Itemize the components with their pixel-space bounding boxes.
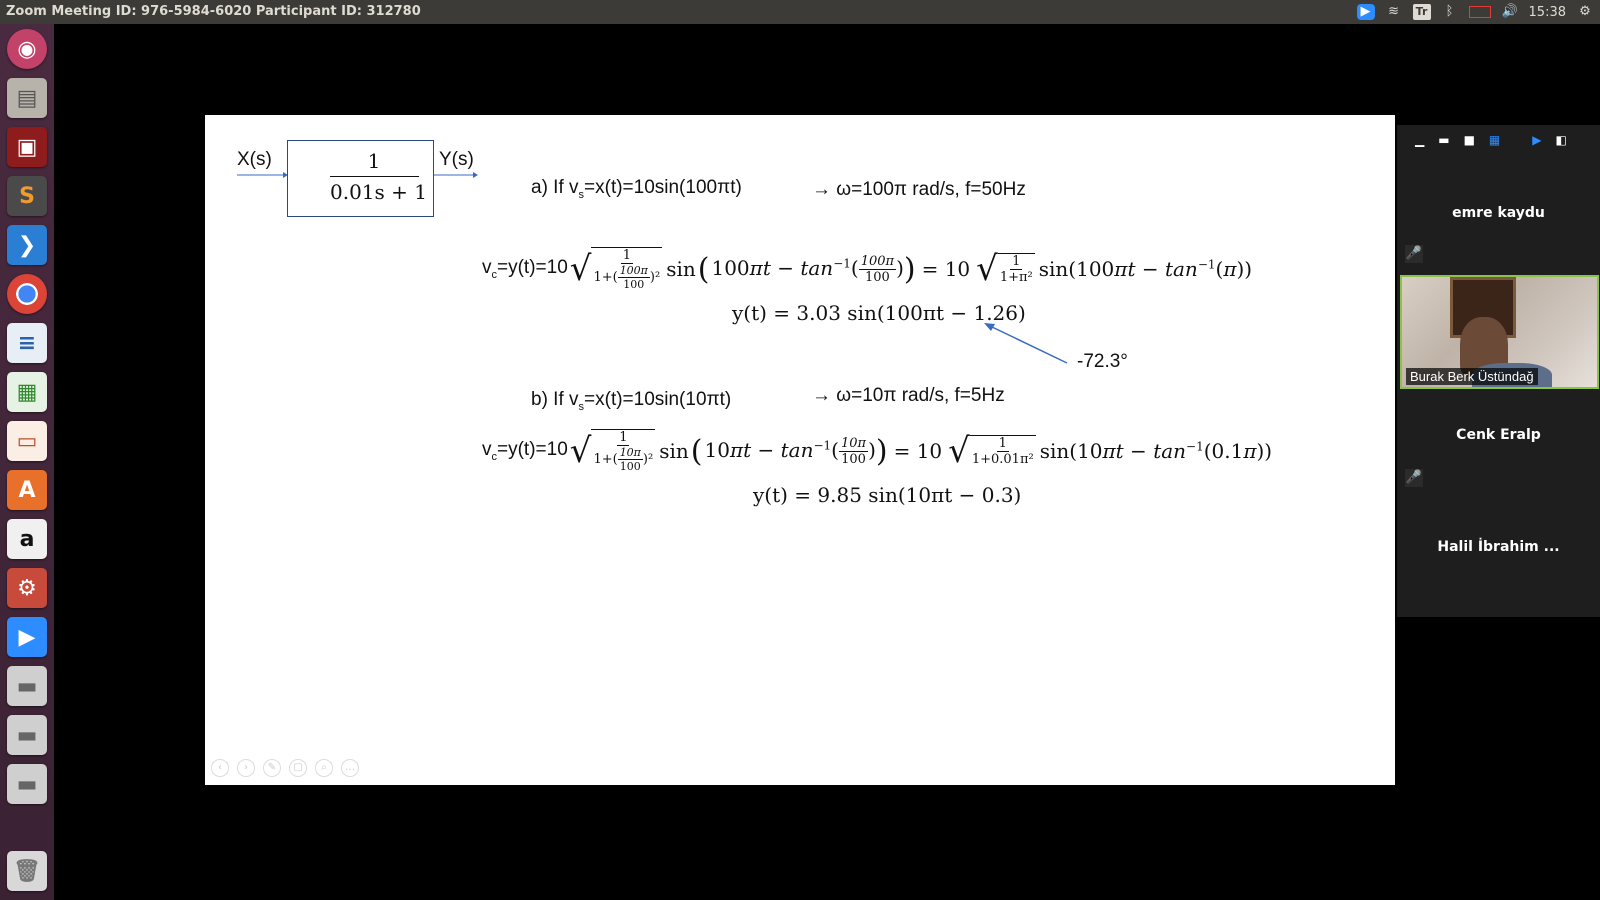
next-slide-icon[interactable]: › bbox=[237, 759, 255, 777]
wifi-icon[interactable]: ≋ bbox=[1385, 4, 1403, 20]
libreoffice-calc-icon[interactable]: ▦ bbox=[7, 372, 47, 412]
participant-name-4[interactable]: Halil İbrahim ... bbox=[1397, 539, 1600, 555]
volume-icon[interactable]: 🔊 bbox=[1501, 4, 1519, 20]
settings-gear-icon[interactable]: ⚙ bbox=[1576, 4, 1594, 20]
part-b-condition: b) If vs=x(t)=10sin(10πt) bbox=[531, 389, 732, 413]
gallery-view-icon[interactable]: ▦ bbox=[1489, 133, 1500, 147]
phase-arrow bbox=[984, 323, 1068, 364]
active-speaker-name: Burak Berk Üstündağ bbox=[1406, 368, 1538, 385]
chrome-icon[interactable] bbox=[7, 274, 47, 314]
amazon-icon[interactable]: a bbox=[7, 519, 47, 559]
participant-name-3[interactable]: Cenk Eralp bbox=[1397, 427, 1600, 443]
minimize-icon[interactable]: ▁ bbox=[1415, 133, 1424, 147]
top-panel: Zoom Meeting ID: 976-5984-6020 Participa… bbox=[0, 0, 1600, 24]
muted-mic-icon-3: 🎤 bbox=[1405, 469, 1423, 487]
participant-name-1[interactable]: emre kaydu bbox=[1397, 205, 1600, 221]
hide-video-icon[interactable]: ▬ bbox=[1438, 133, 1449, 147]
drive-icon-1[interactable]: ▬ bbox=[7, 666, 47, 706]
libreoffice-writer-icon[interactable]: ≡ bbox=[7, 323, 47, 363]
part-b-equation: vc=y(t)=10 √ 1 1+(10π 100)² sin(10πt − tan… bbox=[482, 429, 1273, 473]
slides-icon[interactable]: ▢ bbox=[289, 759, 307, 777]
terminal-icon[interactable]: ▣ bbox=[7, 127, 47, 167]
sublime-text-icon[interactable]: S bbox=[7, 176, 47, 216]
launcher: ◉ ▤ ▣ S ❯ ≡ ▦ ▭ A a ⚙ ▶ ▬ ▬ ▬ 🗑 bbox=[0, 24, 54, 900]
files-icon[interactable]: ▤ bbox=[7, 78, 47, 118]
part-b-result: y(t) = 9.85 sin(10πt − 0.3) bbox=[753, 483, 1022, 507]
exit-split-icon[interactable]: ◧ bbox=[1556, 133, 1567, 147]
clock[interactable]: 15:38 bbox=[1529, 5, 1566, 20]
window-title: Zoom Meeting ID: 976-5984-6020 Participa… bbox=[6, 4, 421, 19]
zoom-tray-icon[interactable]: ▶ bbox=[1356, 4, 1375, 20]
phase-angle-label: -72.3° bbox=[1077, 351, 1128, 372]
speaker-view-icon[interactable]: ■ bbox=[1464, 133, 1475, 147]
slide-controls: ‹ › ✎ ▢ ⌕ … bbox=[211, 759, 359, 777]
ubuntu-dash-icon[interactable]: ◉ bbox=[7, 29, 47, 69]
bluetooth-icon[interactable]: ᛒ bbox=[1441, 4, 1459, 20]
trash-icon[interactable]: 🗑 bbox=[7, 851, 47, 891]
keyboard-layout-indicator[interactable]: Tr bbox=[1412, 4, 1431, 20]
more-options-icon[interactable]: … bbox=[341, 759, 359, 777]
system-settings-icon[interactable]: ⚙ bbox=[7, 568, 47, 608]
active-speaker-video[interactable]: Burak Berk Üstündağ bbox=[1400, 275, 1599, 389]
software-center-icon[interactable]: A bbox=[7, 470, 47, 510]
libreoffice-impress-icon[interactable]: ▭ bbox=[7, 421, 47, 461]
vscode-icon[interactable]: ❯ bbox=[7, 225, 47, 265]
expand-arrow-icon[interactable]: ▶ bbox=[1532, 133, 1541, 147]
battery-icon[interactable] bbox=[1468, 6, 1491, 18]
shared-slide: X(s) 1 0.01s + 1 Y(s) a) If vs=x(t)=10si… bbox=[205, 115, 1395, 785]
pen-icon[interactable]: ✎ bbox=[263, 759, 281, 777]
zoom-app-icon[interactable]: ▶ bbox=[7, 617, 47, 657]
system-tray: ▶ ≋ Tr ᛒ 🔊 15:38 ⚙ bbox=[1356, 0, 1600, 24]
participant-video-panel: ▁ ▬ ■ ▦ ▶ ◧ emre kaydu 🎤 Burak Berk Üstü… bbox=[1397, 125, 1600, 617]
prev-slide-icon[interactable]: ‹ bbox=[211, 759, 229, 777]
drive-icon-3[interactable]: ▬ bbox=[7, 764, 47, 804]
part-b-omega: → ω=10π rad/s, f=5Hz bbox=[812, 385, 1005, 406]
drive-icon-2[interactable]: ▬ bbox=[7, 715, 47, 755]
muted-mic-icon-1: 🎤 bbox=[1405, 245, 1423, 263]
view-toolbar: ▁ ▬ ■ ▦ ▶ ◧ bbox=[1415, 133, 1567, 147]
zoom-icon[interactable]: ⌕ bbox=[315, 759, 333, 777]
